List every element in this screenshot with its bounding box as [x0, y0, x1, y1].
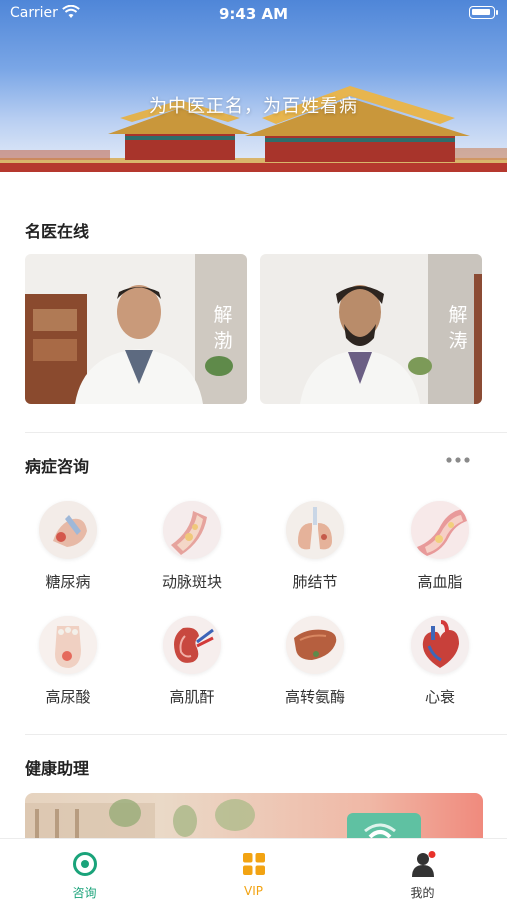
tab-label: 我的 [410, 886, 435, 900]
section-divider [25, 432, 507, 433]
consult-icon [73, 852, 97, 876]
artery-plaque-icon [163, 501, 221, 559]
symptom-label: 肺结节 [292, 573, 338, 591]
profile-icon [412, 851, 436, 877]
symptom-label: 心衰 [424, 688, 455, 706]
kidney-icon [163, 616, 221, 674]
symptom-label: 高转氨酶 [284, 688, 345, 706]
liver-icon [286, 616, 344, 674]
hero-slogan: 为中医正名，为百姓看病 [149, 96, 358, 117]
section-divider [25, 734, 507, 735]
symptom-item-hyperuricemia[interactable]: 高尿酸 [13, 616, 123, 716]
symptom-item-hyperlipidemia[interactable]: 高血脂 [385, 501, 495, 601]
diabetes-icon [39, 501, 97, 559]
doctor-name: 解涛 [448, 304, 468, 352]
tab-label: VIP [244, 884, 263, 898]
lung-nodule-icon [286, 501, 344, 559]
more-icon[interactable] [445, 456, 471, 464]
symptom-label: 高尿酸 [45, 688, 91, 706]
assistant-section-title: 健康助理 [25, 759, 90, 778]
tab-profile[interactable]: 我的 [338, 839, 507, 900]
status-time: 9:43 AM [218, 5, 289, 23]
battery-icon [469, 6, 495, 19]
status-bar: Carrier 9:43 AM [0, 0, 507, 30]
doctor-card[interactable]: 解渤 [25, 254, 247, 404]
symptoms-section-title: 病症咨询 [25, 457, 90, 476]
symptom-item-kidney[interactable]: 高肌酐 [137, 616, 247, 716]
symptom-label: 糖尿病 [45, 573, 91, 591]
hyperlipidemia-icon [411, 501, 469, 559]
battery-cap [496, 10, 498, 15]
hyperuricemia-icon [39, 616, 97, 674]
symptom-item-diabetes[interactable]: 糖尿病 [13, 501, 123, 601]
heart-icon [411, 616, 469, 674]
tab-label: 咨询 [72, 886, 97, 900]
tab-bar: 咨询 VIP 我的 [0, 838, 507, 900]
symptom-label: 动脉斑块 [161, 573, 222, 591]
symptom-item-artery-plaque[interactable]: 动脉斑块 [137, 501, 247, 601]
tab-consult[interactable]: 咨询 [0, 839, 169, 900]
doctor-name: 解渤 [213, 304, 233, 352]
doctors-section-title: 名医在线 [25, 222, 90, 241]
symptom-item-heart[interactable]: 心衰 [385, 616, 495, 716]
symptom-item-lung-nodule[interactable]: 肺结节 [260, 501, 370, 601]
symptom-label: 高肌酐 [169, 688, 215, 706]
tab-vip[interactable]: VIP [169, 839, 338, 900]
symptom-label: 高血脂 [417, 573, 463, 591]
hero-banner: Carrier 9:43 AM 为中医正名，为百姓看病 [0, 0, 507, 172]
vip-grid-icon [243, 853, 265, 875]
symptom-item-liver[interactable]: 高转氨酶 [260, 616, 370, 716]
doctor-card[interactable]: 解涛 [260, 254, 482, 404]
